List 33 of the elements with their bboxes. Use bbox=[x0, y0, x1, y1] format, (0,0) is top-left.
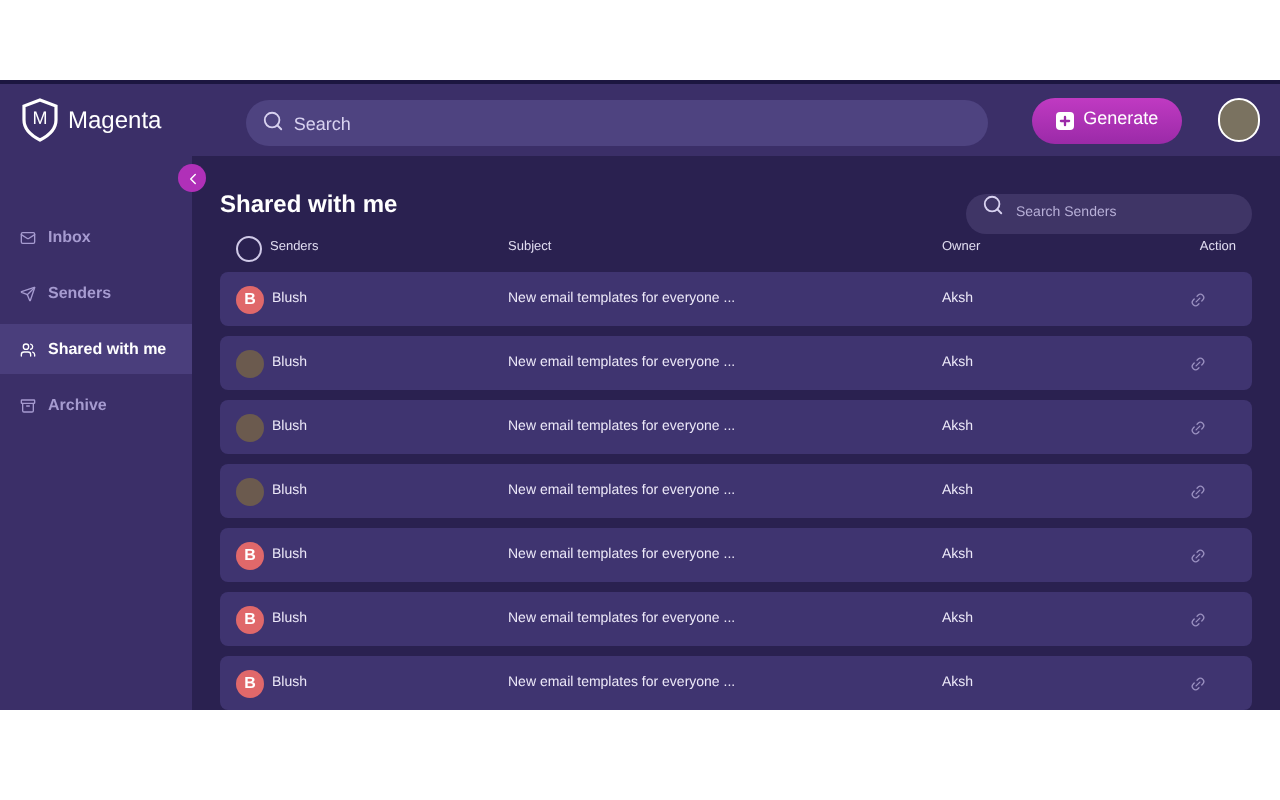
plus-icon bbox=[1055, 111, 1074, 129]
avatar-placeholder bbox=[236, 413, 264, 441]
shield-logo-icon: M bbox=[20, 98, 60, 142]
letter-avatar: B bbox=[236, 541, 264, 569]
people-icon bbox=[20, 341, 36, 357]
sidebar-item[interactable]: Archive bbox=[0, 380, 192, 430]
sidebar-item[interactable]: Senders bbox=[0, 268, 192, 318]
brand-name: Magenta bbox=[68, 104, 162, 138]
search-icon bbox=[261, 109, 284, 131]
archive-icon bbox=[20, 397, 36, 413]
sidebar-item[interactable]: Shared with me bbox=[0, 324, 192, 374]
avatar-placeholder bbox=[236, 477, 264, 505]
avatar-placeholder[interactable] bbox=[1217, 98, 1260, 142]
letter-avatar: B bbox=[236, 285, 264, 313]
link-button[interactable] bbox=[1190, 547, 1206, 563]
send-icon bbox=[20, 285, 36, 301]
link-button[interactable] bbox=[1190, 355, 1206, 371]
generate-button[interactable]: Generate bbox=[1031, 97, 1182, 143]
avatar-placeholder bbox=[236, 349, 264, 377]
link-button[interactable] bbox=[1190, 419, 1206, 435]
search-field[interactable]: Search bbox=[245, 100, 988, 146]
collapse-button[interactable] bbox=[178, 164, 206, 192]
letter-avatar: B bbox=[236, 605, 264, 633]
letter-avatar: B bbox=[236, 669, 264, 697]
search-icon bbox=[982, 193, 1004, 215]
link-button[interactable] bbox=[1190, 291, 1206, 307]
link-button[interactable] bbox=[1190, 675, 1206, 691]
sidebar-item[interactable]: Inbox bbox=[0, 212, 192, 262]
mail-icon bbox=[20, 229, 36, 245]
link-button[interactable] bbox=[1190, 483, 1206, 499]
select-all-checkbox[interactable] bbox=[236, 235, 262, 261]
page-title: Shared with me bbox=[220, 188, 398, 222]
link-button[interactable] bbox=[1190, 611, 1206, 627]
